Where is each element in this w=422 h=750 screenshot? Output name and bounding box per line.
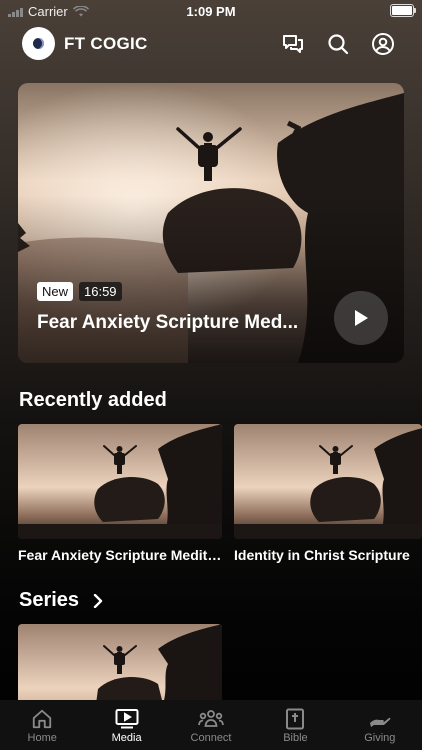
media-thumbnail xyxy=(234,424,422,539)
tab-media[interactable]: Media xyxy=(84,700,168,750)
tab-bible-label: Bible xyxy=(283,732,308,744)
featured-title[interactable]: Fear Anxiety Scripture Med... xyxy=(37,312,327,334)
search-icon[interactable] xyxy=(326,32,350,56)
media-card[interactable]: Fear Anxiety Scripture Meditation xyxy=(18,424,222,563)
clock: 1:09 PM xyxy=(186,4,236,19)
app-logo[interactable] xyxy=(22,27,55,60)
recently-added-heading: Recently added xyxy=(19,389,167,411)
app-title: FT COGIC xyxy=(64,34,148,53)
tab-connect-label: Connect xyxy=(190,732,232,744)
media-card[interactable]: Identity in Christ Scripture xyxy=(234,424,422,563)
series-heading[interactable]: Series xyxy=(19,589,103,612)
new-badge: New xyxy=(37,282,74,301)
tab-bar: Home Media Connect Bible Giving xyxy=(0,700,422,750)
tab-bible[interactable]: Bible xyxy=(253,700,337,750)
tab-home-label: Home xyxy=(27,732,57,744)
connect-icon xyxy=(198,710,224,727)
home-icon xyxy=(33,709,52,729)
tab-giving-label: Giving xyxy=(364,732,396,744)
battery-icon xyxy=(390,4,416,17)
status-bar: Carrier 1:09 PM xyxy=(0,0,422,22)
play-icon xyxy=(355,310,368,326)
top-bar: FT COGIC xyxy=(0,26,422,62)
chat-icon[interactable] xyxy=(281,32,305,56)
media-card-title: Identity in Christ Scripture xyxy=(234,547,410,563)
series-card[interactable] xyxy=(18,624,222,704)
tab-media-label: Media xyxy=(111,732,142,744)
media-icon xyxy=(115,709,139,729)
tab-giving[interactable]: Giving xyxy=(338,700,422,750)
bible-icon xyxy=(286,708,305,730)
thumbnail-image xyxy=(18,424,222,539)
duration-badge: 16:59 xyxy=(79,282,122,301)
tab-home[interactable]: Home xyxy=(0,700,84,750)
series-title: Series xyxy=(19,589,80,611)
tab-connect[interactable]: Connect xyxy=(169,700,253,750)
play-button[interactable] xyxy=(334,291,388,345)
chevron-right-icon xyxy=(93,593,103,608)
media-card-title: Fear Anxiety Scripture Meditation xyxy=(18,547,222,563)
featured-card[interactable]: New 16:59 Fear Anxiety Scripture Med... xyxy=(18,83,404,363)
profile-icon[interactable] xyxy=(371,32,395,56)
series-thumbnail xyxy=(18,624,222,704)
media-thumbnail xyxy=(18,424,222,539)
thumbnail-image xyxy=(234,424,422,539)
giving-icon xyxy=(369,717,391,727)
